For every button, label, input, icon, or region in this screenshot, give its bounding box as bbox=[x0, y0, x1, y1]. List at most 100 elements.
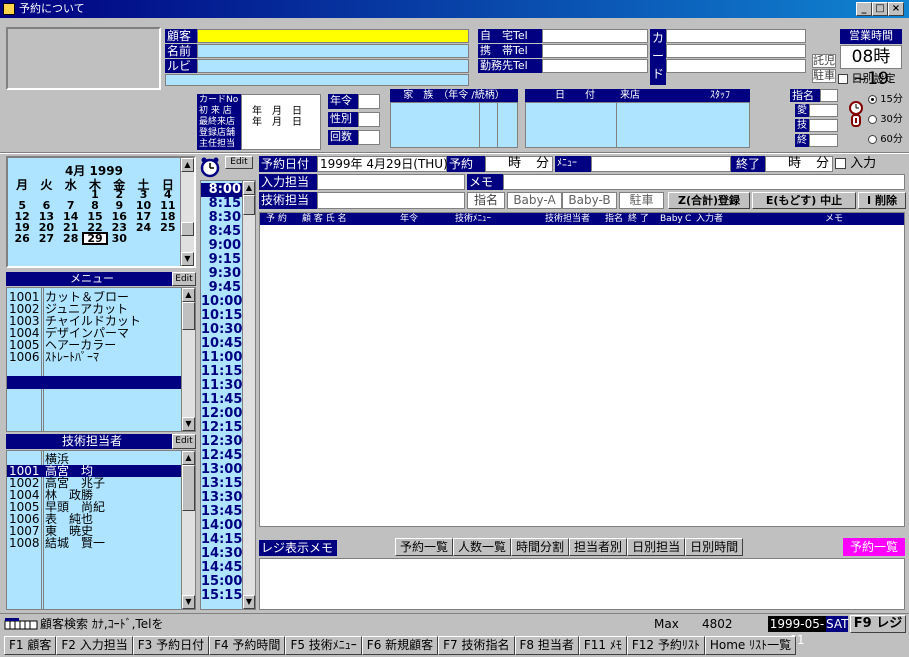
baby-b-toggle[interactable]: Baby-B bbox=[562, 192, 617, 209]
calendar-grid[interactable]: 1 2 3 4 5 6 7 8 9 10 11 12 13 14 15 16 17 18 19 20 21 22 23 24 2… bbox=[10, 189, 180, 245]
reservation-list[interactable]: 予 約 顧 客 氏 名 年令 技術ﾒﾆｭｰ 技術担当者 指名 終 了 Baby … bbox=[259, 212, 905, 527]
maximize-button[interactable]: □ bbox=[872, 2, 888, 16]
time-slot[interactable]: 14:15 bbox=[201, 533, 243, 547]
delete-button[interactable]: I 削除 bbox=[858, 192, 906, 209]
calendar[interactable]: 4月 1999 月火水木金土日 1 2 3 4 5 6 7 8 9 10 11 12 13 14 15 16 1… bbox=[6, 156, 196, 268]
menu-item[interactable]: 1006 ｽﾄﾚｰﾄﾊﾟｰﾏ bbox=[7, 351, 179, 363]
view-tab[interactable]: 日別担当 bbox=[627, 538, 686, 556]
view-tab[interactable]: 日別時間 bbox=[685, 538, 744, 556]
function-key[interactable]: F11 ﾒﾓ bbox=[578, 636, 627, 655]
ai-input[interactable] bbox=[809, 104, 838, 117]
function-key[interactable]: F8 担当者 bbox=[514, 636, 579, 655]
menu-scroll-thumb[interactable] bbox=[182, 302, 195, 330]
menu-item[interactable]: 1005 ヘアーカラー bbox=[7, 339, 179, 351]
designation-input[interactable] bbox=[820, 89, 838, 102]
menu-scroll-down[interactable]: ▼ bbox=[182, 417, 195, 431]
time-slot[interactable]: 9:15 bbox=[201, 253, 243, 267]
register-button[interactable]: Z(合計)登録 bbox=[668, 192, 750, 209]
function-key[interactable]: F6 新規顧客 bbox=[361, 636, 439, 655]
function-key[interactable]: F5 技術ﾒﾆｭｰ bbox=[285, 636, 362, 655]
time-slot[interactable]: 10:00 bbox=[201, 295, 243, 309]
home-phone-input[interactable] bbox=[542, 29, 648, 43]
menu-item[interactable]: 1001 カット＆ブロー bbox=[7, 291, 179, 303]
menu-item[interactable]: 1003 チャイルドカット bbox=[7, 315, 179, 327]
time-slot[interactable]: 9:45 bbox=[201, 281, 243, 295]
age-input[interactable] bbox=[358, 94, 380, 109]
function-key[interactable]: F1 顧客 bbox=[4, 636, 57, 655]
time-slot[interactable]: 11:15 bbox=[201, 365, 243, 379]
family-table[interactable] bbox=[390, 102, 518, 148]
time-slot[interactable]: 15:00 bbox=[201, 575, 243, 589]
calendar-scroll-thumb[interactable] bbox=[181, 222, 194, 236]
visits-input[interactable] bbox=[358, 130, 380, 145]
parking-toggle[interactable]: 駐車 bbox=[619, 192, 664, 209]
gi-input[interactable] bbox=[809, 119, 838, 132]
baby-a-toggle[interactable]: Baby-A bbox=[507, 192, 562, 209]
staff-edit-button[interactable]: Edit bbox=[172, 434, 196, 449]
time-slot[interactable]: 13:00 bbox=[201, 463, 243, 477]
childcare-flag[interactable]: 託児 bbox=[812, 54, 836, 68]
tech-staff-input[interactable] bbox=[317, 192, 465, 209]
time-slot[interactable]: 8:30 bbox=[201, 211, 243, 225]
address-line[interactable] bbox=[165, 74, 469, 86]
alias-input[interactable] bbox=[197, 44, 469, 58]
cancel-button[interactable]: E(もどす) 中止 bbox=[752, 192, 856, 209]
time-scroll-thumb[interactable] bbox=[243, 195, 255, 215]
memo-input[interactable] bbox=[503, 174, 905, 190]
menu-scroll-up[interactable]: ▲ bbox=[182, 288, 195, 302]
staff-list[interactable]: 横浜 1001 高宮 均 1002 高宮 兆子 1004 林 政勝 1005 早頭 尚紀 1006… bbox=[6, 450, 196, 610]
input-checkbox-box[interactable] bbox=[835, 158, 846, 169]
card-input-2[interactable] bbox=[666, 44, 806, 58]
end-time-input[interactable]: 時 分 bbox=[765, 156, 833, 172]
time-scroll-down[interactable]: ▼ bbox=[243, 595, 255, 609]
calendar-day[interactable]: 28 bbox=[59, 233, 83, 244]
ruby-input[interactable] bbox=[197, 59, 469, 73]
function-key[interactable]: F3 予約日付 bbox=[132, 636, 210, 655]
staff-item[interactable]: 1005 早頭 尚紀 bbox=[7, 501, 181, 513]
staff-scroll-down[interactable]: ▼ bbox=[182, 595, 195, 609]
calendar-day[interactable]: 29 bbox=[81, 232, 109, 245]
calendar-day[interactable] bbox=[156, 233, 180, 244]
calendar-scroll-up[interactable]: ▲ bbox=[181, 158, 194, 172]
view-tab[interactable]: 人数一覧 bbox=[453, 538, 512, 556]
nominate-toggle[interactable]: 指名 bbox=[467, 192, 505, 209]
reservation-date-input[interactable]: 1999年 4月29日(THU) bbox=[317, 156, 448, 172]
time-slot[interactable]: 8:45 bbox=[201, 225, 243, 239]
time-slot[interactable]: 12:30 bbox=[201, 435, 243, 449]
staff-item[interactable]: 1001 高宮 均 bbox=[7, 465, 181, 477]
mobile-phone-input[interactable] bbox=[542, 44, 648, 58]
time-scroll-up[interactable]: ▲ bbox=[243, 181, 255, 195]
time-slot[interactable]: 12:45 bbox=[201, 449, 243, 463]
menu-item[interactable]: 1004 デザインパーマ bbox=[7, 327, 179, 339]
time-slot[interactable]: 11:00 bbox=[201, 351, 243, 365]
time-slot[interactable]: 8:00 bbox=[201, 183, 243, 197]
time-slot[interactable]: 14:45 bbox=[201, 561, 243, 575]
reservation-menu-input[interactable] bbox=[591, 156, 731, 172]
interval-30-radio[interactable]: 30分 bbox=[868, 113, 908, 126]
daily-setting-checkbox[interactable] bbox=[838, 74, 848, 84]
calendar-day[interactable]: 25 bbox=[156, 222, 180, 233]
time-slot[interactable]: 8:15 bbox=[201, 197, 243, 211]
function-key[interactable]: F7 技術指名 bbox=[438, 636, 515, 655]
card-input-1[interactable] bbox=[666, 29, 806, 43]
function-key[interactable]: F12 予約ﾘｽﾄ bbox=[626, 636, 705, 655]
reservation-list-button[interactable]: 予約一覧 bbox=[843, 538, 905, 556]
time-slot[interactable]: 10:30 bbox=[201, 323, 243, 337]
minimize-button[interactable]: _ bbox=[856, 2, 872, 16]
staff-item[interactable]: 1008 結城 賢一 bbox=[7, 537, 181, 549]
function-key[interactable]: F4 予約時間 bbox=[209, 636, 286, 655]
time-slot[interactable]: 9:30 bbox=[201, 267, 243, 281]
view-tab[interactable]: 予約一覧 bbox=[395, 538, 454, 556]
staff-item[interactable]: 1004 林 政勝 bbox=[7, 489, 181, 501]
time-slot[interactable]: 13:45 bbox=[201, 505, 243, 519]
daily-setting[interactable]: 日別設定 bbox=[838, 72, 908, 86]
time-slot[interactable]: 14:00 bbox=[201, 519, 243, 533]
calendar-day[interactable]: 24 bbox=[131, 222, 155, 233]
parking-flag[interactable]: 駐車 bbox=[812, 69, 836, 83]
timeline-edit-button[interactable]: Edit bbox=[225, 156, 253, 169]
close-button[interactable]: × bbox=[888, 2, 904, 16]
calendar-day[interactable]: 26 bbox=[10, 233, 34, 244]
gender-input[interactable] bbox=[358, 112, 380, 127]
menu-highlight-row[interactable] bbox=[7, 376, 181, 389]
register-memo-input[interactable] bbox=[259, 558, 905, 610]
